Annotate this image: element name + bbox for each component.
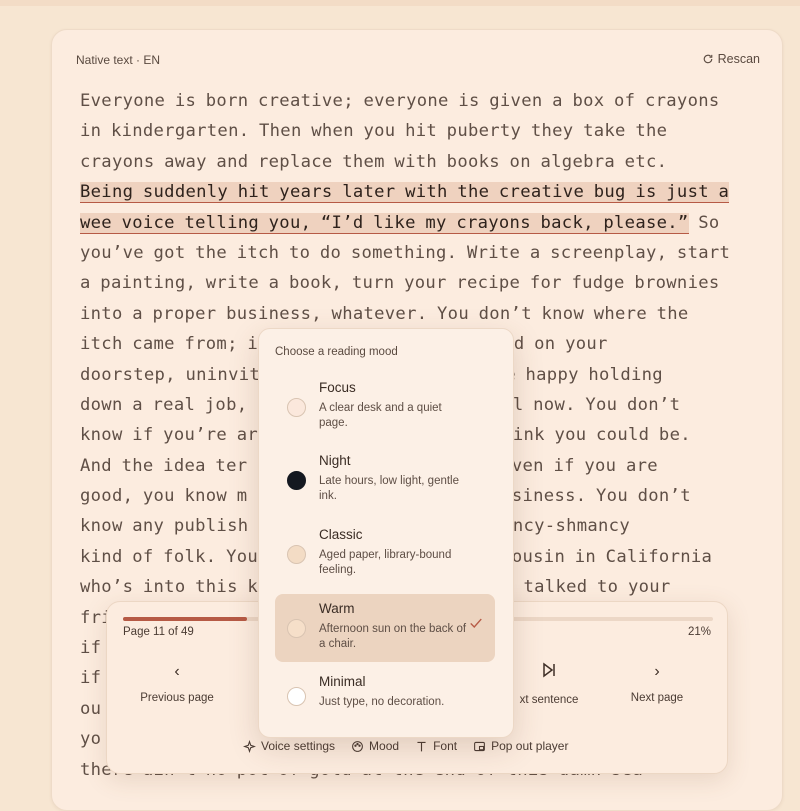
previous-page-label: Previous page bbox=[140, 692, 214, 704]
font-button[interactable]: Font bbox=[415, 739, 457, 753]
text-line: Everyone is born creative; everyone is g… bbox=[80, 86, 760, 116]
next-page-button[interactable]: › Next page bbox=[607, 660, 707, 704]
check-icon bbox=[470, 618, 482, 628]
mood-popover: Choose a reading mood Focus A clear desk … bbox=[258, 328, 514, 738]
mood-swatch bbox=[287, 545, 306, 564]
text-segment: you’ve got the itch to do something. Wri… bbox=[80, 242, 731, 263]
text-segment: in kindergarten. Then when you hit puber… bbox=[80, 121, 668, 142]
pop-out-icon bbox=[474, 741, 485, 751]
mood-swatch bbox=[287, 398, 306, 417]
text-segment: if bbox=[80, 638, 102, 659]
chevron-right-icon: › bbox=[654, 663, 660, 680]
mood-swatch bbox=[287, 687, 306, 706]
mood-button[interactable]: Mood bbox=[351, 739, 399, 753]
type-icon bbox=[417, 741, 426, 751]
top-edge bbox=[0, 0, 800, 6]
pop-out-player-button[interactable]: Pop out player bbox=[473, 739, 568, 753]
mood-description: A clear desk and a quiet page. bbox=[319, 402, 442, 429]
next-sentence-label: xt sentence bbox=[519, 694, 579, 706]
text-line: a painting, write a book, turn your reci… bbox=[80, 268, 760, 298]
player-toolbar: Voice settings Mood Font Pop out player bbox=[243, 739, 568, 753]
mood-option-minimal[interactable]: Minimal Just type, no decoration. bbox=[275, 667, 495, 735]
mood-name: Minimal bbox=[319, 674, 366, 689]
palette-icon bbox=[352, 740, 363, 752]
text-line: into a proper business, whatever. You do… bbox=[80, 299, 760, 329]
text-line: you’ve got the itch to do something. Wri… bbox=[80, 238, 760, 268]
previous-page-button[interactable]: ‹ Previous page bbox=[127, 660, 227, 704]
text-line: crayons away and replace them with books… bbox=[80, 147, 760, 177]
mood-label: Mood bbox=[369, 739, 400, 753]
mood-description: Late hours, low light, gentle ink. bbox=[319, 475, 460, 502]
percent-indicator: 21% bbox=[687, 626, 711, 638]
pop-out-label: Pop out player bbox=[491, 739, 569, 753]
mood-name: Classic bbox=[319, 527, 363, 542]
text-segment: into a proper business, whatever. You do… bbox=[80, 303, 689, 324]
next-sentence-button[interactable]: xt sentence bbox=[499, 662, 599, 706]
mood-swatch bbox=[287, 619, 306, 638]
voice-settings-label: Voice settings bbox=[261, 739, 336, 753]
voice-settings-button[interactable]: Voice settings bbox=[243, 739, 335, 753]
text-line: Being suddenly hit years later with the … bbox=[80, 177, 760, 207]
rescan-button[interactable]: Rescan bbox=[702, 52, 760, 66]
mood-name: Focus bbox=[319, 380, 356, 395]
sparkle-icon bbox=[243, 739, 256, 753]
mood-description: Afternoon sun on the back of a chair. bbox=[319, 623, 467, 650]
text-segment: if bbox=[80, 668, 102, 689]
mood-name: Night bbox=[319, 453, 351, 468]
page-indicator: Page 11 of 49 bbox=[123, 626, 194, 638]
next-page-label: Next page bbox=[630, 692, 684, 704]
highlighted-sentence[interactable]: wee voice telling you, “I’d like my cray… bbox=[80, 212, 689, 234]
refresh-icon bbox=[703, 54, 712, 64]
skip-next-icon bbox=[499, 662, 599, 686]
text-segment: So bbox=[688, 212, 720, 233]
rescan-label: Rescan bbox=[717, 52, 760, 66]
text-line: in kindergarten. Then when you hit puber… bbox=[80, 116, 760, 146]
mood-option-focus[interactable]: Focus A clear desk and a quiet page. bbox=[275, 373, 495, 441]
text-segment: a painting, write a book, turn your reci… bbox=[80, 273, 720, 294]
mood-option-night[interactable]: Night Late hours, low light, gentle ink. bbox=[275, 446, 495, 514]
highlighted-sentence[interactable]: Being suddenly hit years later with the … bbox=[80, 182, 730, 204]
mood-popover-title: Choose a reading mood bbox=[275, 346, 398, 358]
font-label: Font bbox=[433, 739, 458, 753]
progress-fill bbox=[123, 617, 247, 621]
mood-option-warm[interactable]: Warm Afternoon sun on the back of a chair… bbox=[275, 594, 495, 662]
chevron-left-icon: ‹ bbox=[174, 663, 180, 680]
mood-name: Warm bbox=[319, 601, 355, 616]
mood-description: Aged paper, library-bound feeling. bbox=[319, 549, 452, 576]
mood-swatch bbox=[287, 471, 306, 490]
mood-description: Just type, no decoration. bbox=[319, 696, 445, 708]
text-line: wee voice telling you, “I’d like my cray… bbox=[80, 208, 760, 238]
source-label: Native text · EN bbox=[76, 53, 161, 67]
mood-option-classic[interactable]: Classic Aged paper, library-bound feeling… bbox=[275, 520, 495, 588]
text-segment: Everyone is born creative; everyone is g… bbox=[80, 91, 720, 111]
text-segment: crayons away and replace them with books… bbox=[80, 151, 668, 172]
